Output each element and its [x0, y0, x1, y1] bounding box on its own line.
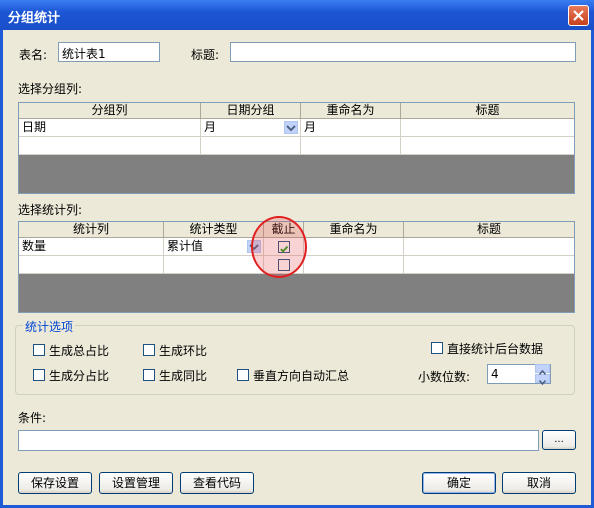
cell-date-group[interactable]: 月	[201, 119, 301, 137]
title-label: 标题:	[191, 48, 220, 62]
title-bar[interactable]: 分组统计	[0, 0, 594, 30]
table-name-label: 表名:	[19, 48, 48, 62]
yoy-ratio-checkbox[interactable]	[143, 369, 155, 381]
yoy-ratio-label[interactable]: 生成同比	[159, 367, 207, 384]
cell-stat-type[interactable]	[164, 256, 264, 274]
cell-rename[interactable]	[304, 238, 404, 256]
cell-rename[interactable]	[301, 137, 401, 155]
ok-button[interactable]: 确定	[422, 472, 496, 494]
cell-group-col[interactable]	[19, 137, 201, 155]
cell-title[interactable]	[401, 119, 574, 137]
dialog-window: 分组统计 表名: 统计表1 标题: 选择分组列: 分组列 日期分组 重命名为 标…	[0, 0, 594, 508]
group-ratio-label[interactable]: 生成分占比	[49, 367, 109, 384]
decimal-spinner[interactable]	[535, 364, 550, 386]
table-row[interactable]: 日期 月 月	[19, 119, 574, 137]
cell-title[interactable]	[404, 238, 574, 256]
vertical-sum-label[interactable]: 垂直方向自动汇总	[253, 367, 349, 384]
grid-header: 分组列 日期分组 重命名为 标题	[19, 103, 574, 119]
direct-stat-label[interactable]: 直接统计后台数据	[447, 340, 543, 357]
dialog-body: 表名: 统计表1 标题: 选择分组列: 分组列 日期分组 重命名为 标题 日期 …	[3, 30, 591, 505]
cell-rename[interactable]	[304, 256, 404, 274]
cancel-button[interactable]: 取消	[502, 472, 576, 494]
col-header-title[interactable]: 标题	[401, 103, 574, 118]
col-header-date-group[interactable]: 日期分组	[201, 103, 301, 118]
decimal-places-label: 小数位数:	[418, 370, 471, 384]
group-section-label: 选择分组列:	[18, 82, 83, 96]
spin-down-button[interactable]	[535, 374, 550, 386]
cell-stat-type[interactable]: 累计值	[164, 238, 264, 256]
col-header-rename[interactable]: 重命名为	[301, 103, 401, 118]
col-header-rename[interactable]: 重命名为	[304, 222, 404, 237]
group-ratio-checkbox[interactable]	[33, 369, 45, 381]
cell-title[interactable]	[401, 137, 574, 155]
settings-manage-button[interactable]: 设置管理	[99, 472, 173, 494]
vertical-sum-checkbox[interactable]	[237, 369, 249, 381]
close-button[interactable]	[568, 5, 589, 26]
direct-stat-checkbox[interactable]	[431, 342, 443, 354]
chevron-down-icon	[538, 379, 547, 386]
cell-stat-col[interactable]	[19, 256, 164, 274]
cell-group-col[interactable]: 日期	[19, 119, 201, 137]
chevron-down-icon	[286, 125, 296, 132]
cell-date-group[interactable]	[201, 137, 301, 155]
cell-title[interactable]	[404, 256, 574, 274]
group-columns-grid[interactable]: 分组列 日期分组 重命名为 标题 日期 月 月	[18, 102, 575, 194]
title-input[interactable]	[230, 42, 576, 62]
save-settings-button[interactable]: 保存设置	[18, 472, 92, 494]
date-group-dropdown[interactable]	[284, 121, 298, 134]
stat-options-title: 统计选项	[23, 318, 76, 335]
ring-ratio-label[interactable]: 生成环比	[159, 342, 207, 359]
cell-rename[interactable]: 月	[301, 119, 401, 137]
total-ratio-checkbox[interactable]	[33, 344, 45, 356]
close-icon	[573, 10, 584, 21]
window-title: 分组统计	[8, 11, 61, 26]
col-header-stat-type[interactable]: 统计类型	[164, 222, 264, 237]
stat-options-group	[15, 325, 575, 395]
date-group-value: 月	[204, 120, 217, 134]
view-code-button[interactable]: 查看代码	[180, 472, 254, 494]
condition-label: 条件:	[18, 411, 47, 425]
table-name-input[interactable]: 统计表1	[58, 42, 160, 62]
condition-browse-button[interactable]: ...	[542, 430, 576, 450]
condition-input[interactable]	[18, 430, 539, 451]
cell-stat-col[interactable]: 数量	[19, 238, 164, 256]
stat-type-value: 累计值	[167, 239, 204, 253]
col-header-title[interactable]: 标题	[404, 222, 574, 237]
col-header-stat[interactable]: 统计列	[19, 222, 164, 237]
spin-up-button[interactable]	[535, 364, 550, 376]
table-row[interactable]	[19, 137, 574, 155]
highlight-circle	[251, 216, 307, 278]
col-header-group[interactable]: 分组列	[19, 103, 201, 118]
stat-section-label: 选择统计列:	[18, 203, 83, 217]
ring-ratio-checkbox[interactable]	[143, 344, 155, 356]
total-ratio-label[interactable]: 生成总占比	[49, 342, 109, 359]
